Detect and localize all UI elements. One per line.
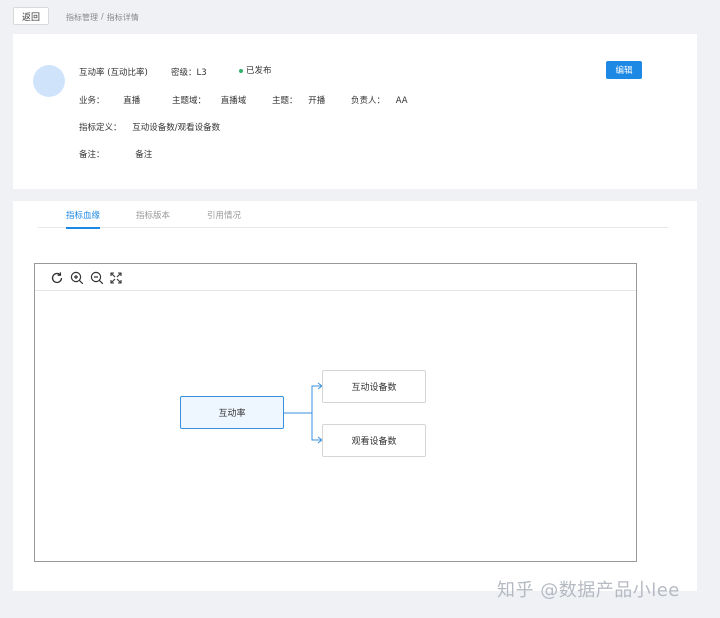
watermark: 知乎 @数据产品小lee: [497, 580, 680, 601]
breadcrumb-item-metric-management[interactable]: 指标管理: [66, 12, 98, 23]
owner-value: AA: [395, 96, 408, 106]
tab-versions[interactable]: 指标版本: [136, 209, 170, 227]
definition-value: 互动设备数/观看设备数: [132, 123, 221, 133]
remark-label: 备注：: [79, 150, 105, 160]
topic-value: 开播: [308, 96, 326, 106]
avatar: [33, 65, 65, 97]
breadcrumb-item-metric-detail: 指标详情: [106, 13, 139, 22]
domain-field: 主题域： 直播域: [172, 94, 246, 106]
metric-info-card: 互动率 (互动比率) 密级：L3 已发布 业务： 直播 主题域： 直播域 主题：…: [13, 34, 697, 189]
status-badge: 已发布: [239, 64, 272, 76]
level-value: L3: [196, 68, 207, 78]
tab-references[interactable]: 引用情况: [207, 209, 241, 227]
status-dot-icon: [239, 68, 243, 73]
remark-value: 备注: [135, 150, 153, 160]
status-text: 已发布: [246, 66, 272, 76]
domain-value: 直播域: [220, 96, 247, 106]
lineage-canvas[interactable]: 互动率 互动设备数 观看设备数: [34, 263, 637, 562]
domain-label: 主题域：: [172, 96, 207, 106]
topic-label: 主题：: [272, 96, 298, 106]
tab-lineage[interactable]: 指标血缘: [66, 209, 101, 229]
edit-button[interactable]: 编辑: [606, 61, 642, 79]
lineage-node-child[interactable]: 互动设备数: [322, 370, 426, 403]
metric-title: 互动率 (互动比率): [79, 68, 148, 78]
breadcrumb-separator: /: [101, 12, 104, 21]
level-label: 密级：: [171, 68, 197, 78]
remark-field: 备注： 备注: [79, 148, 152, 160]
business-value: 直播: [123, 96, 141, 106]
definition-label: 指标定义：: [79, 123, 122, 133]
lineage-node-root[interactable]: 互动率: [180, 396, 284, 429]
lineage-node-child[interactable]: 观看设备数: [322, 424, 426, 457]
tab-bar: 指标血缘 指标版本 引用情况: [38, 201, 668, 229]
owner-label: 负责人：: [351, 96, 386, 106]
definition-field: 指标定义： 互动设备数/观看设备数: [79, 121, 220, 133]
level-field: 密级：L3: [171, 66, 207, 78]
back-button[interactable]: 返回: [13, 7, 49, 25]
topic-field: 主题： 开播: [272, 94, 325, 106]
business-field: 业务： 直播: [79, 94, 140, 106]
breadcrumb: 指标管理 / 指标详情: [66, 12, 139, 23]
metric-detail-card: 指标血缘 指标版本 引用情况 互动率 互动设备数 观看设备数: [13, 201, 697, 591]
owner-field: 负责人： AA: [351, 94, 408, 106]
lineage-edges: [284, 382, 323, 444]
business-label: 业务：: [79, 96, 105, 106]
